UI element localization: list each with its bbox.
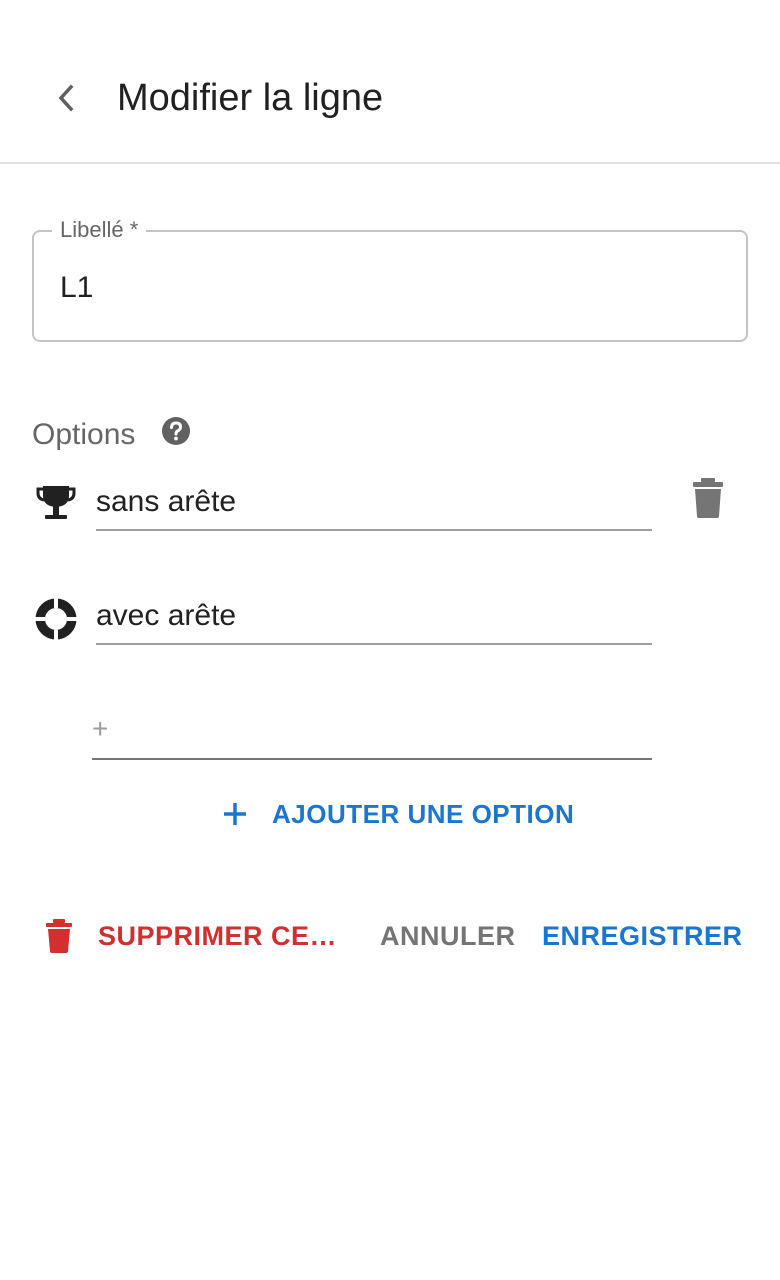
save-button[interactable]: ENREGISTRER (542, 914, 743, 958)
trash-icon (693, 478, 723, 518)
label-field-value[interactable]: L1 (60, 270, 93, 306)
label-field-label: Libellé * (52, 216, 147, 244)
trash-icon (46, 919, 72, 953)
option-label-1: sans arête (96, 485, 237, 518)
delete-option-button[interactable] (690, 476, 726, 520)
new-option-input[interactable]: + (92, 708, 652, 760)
trophy-icon (36, 486, 76, 519)
options-title: Options (32, 418, 136, 451)
cancel-button[interactable]: ANNULER (380, 914, 516, 958)
option-label-2: avec arête (96, 599, 237, 632)
help-circle-icon[interactable] (160, 415, 192, 447)
add-option-label: AJOUTER UNE OPTION (272, 798, 575, 829)
app-header: Modifier la ligne (0, 0, 780, 164)
new-option-placeholder: + (92, 713, 109, 744)
add-option-button[interactable]: AJOUTER UNE OPTION (220, 792, 574, 836)
chevron-left-icon (58, 84, 74, 112)
delete-line-button[interactable]: SUPPRIMER CE… (44, 914, 337, 958)
option-input-2[interactable]: avec arête (96, 595, 652, 645)
plus-icon (224, 803, 246, 825)
option-input-1[interactable]: sans arête (96, 481, 652, 531)
page-title: Modifier la ligne (117, 77, 384, 119)
lifebuoy-icon (35, 598, 77, 640)
delete-line-label: SUPPRIMER CE… (98, 920, 338, 951)
back-button[interactable] (44, 76, 88, 120)
label-field[interactable]: Libellé * L1 (32, 216, 748, 342)
